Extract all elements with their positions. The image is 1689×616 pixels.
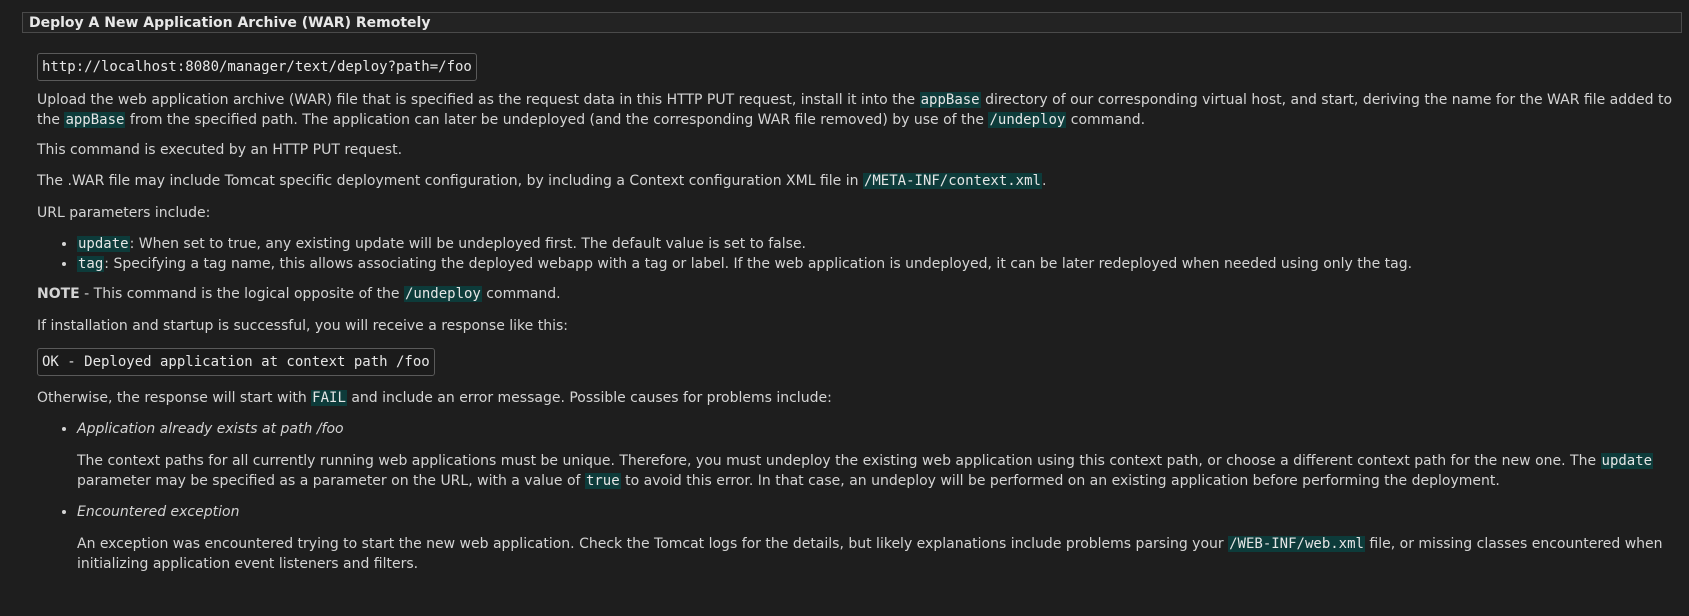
code-true: true — [584, 473, 621, 489]
cause-title: Encountered exception — [77, 504, 240, 520]
code-update: update — [77, 236, 130, 252]
url-params-heading: URL parameters include: — [37, 205, 211, 221]
code-undeploy: /undeploy — [988, 112, 1067, 128]
response-code-block: OK - Deployed application at context pat… — [37, 348, 435, 376]
cause-description: The context paths for all currently runn… — [77, 453, 1654, 489]
success-intro: If installation and startup is successfu… — [37, 318, 568, 334]
section-title: Deploy A New Application Archive (WAR) R… — [22, 12, 1682, 33]
url-params-list: update: When set to true, any existing u… — [37, 234, 1689, 274]
code-web-xml: /WEB-INF/web.xml — [1228, 536, 1365, 552]
note-paragraph: NOTE - This command is the logical oppos… — [37, 286, 561, 302]
list-item: update: When set to true, any existing u… — [77, 234, 1689, 254]
code-appbase: appBase — [64, 112, 126, 128]
code-tag: tag — [77, 256, 105, 272]
failure-intro: Otherwise, the response will start with … — [37, 390, 832, 406]
cause-title: Application already exists at path /foo — [77, 421, 344, 437]
list-item: tag: Specifying a tag name, this allows … — [77, 254, 1689, 274]
cause-description: An exception was encountered trying to s… — [77, 536, 1663, 572]
causes-list: Application already exists at path /foo … — [37, 419, 1689, 574]
upload-description: Upload the web application archive (WAR)… — [37, 92, 1673, 128]
code-context-xml: /META-INF/context.xml — [862, 173, 1042, 189]
list-item: Encountered exception An exception was e… — [77, 502, 1689, 574]
context-xml-note: The .WAR file may include Tomcat specifi… — [37, 173, 1047, 189]
list-item: Application already exists at path /foo … — [77, 419, 1689, 491]
code-update: update — [1600, 453, 1654, 469]
code-undeploy: /undeploy — [404, 286, 482, 302]
url-code-block: http://localhost:8080/manager/text/deplo… — [37, 53, 477, 81]
put-request-note: This command is executed by an HTTP PUT … — [37, 142, 403, 158]
code-fail: FAIL — [311, 390, 347, 406]
code-appbase: appBase — [919, 92, 981, 108]
note-label: NOTE — [37, 286, 80, 302]
